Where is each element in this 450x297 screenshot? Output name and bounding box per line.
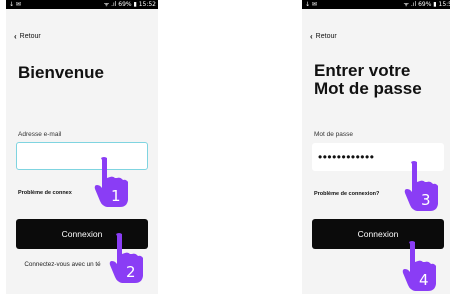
status-indicators: ᯤ .ıl 69% ▮ 15:5 (403, 1, 450, 8)
status-indicators: ᯤ .ıl 69% ▮ 15:52 (103, 1, 156, 8)
email-field-label: Adresse e-mail (18, 131, 62, 138)
pointing-hand-icon: 2 (105, 232, 145, 284)
chevron-left-icon: ‹ (14, 32, 17, 41)
step-number-3: 3 (421, 191, 431, 209)
notification-icons: ↓ ✉ (305, 1, 317, 8)
back-button[interactable]: ‹ Retour (14, 32, 41, 41)
back-button[interactable]: ‹ Retour (310, 32, 337, 41)
step-number-2: 2 (126, 263, 136, 281)
pointing-hand-icon: 1 (90, 156, 130, 208)
pointing-hand-icon: 4 (398, 240, 438, 292)
page-title: Bienvenue (18, 63, 104, 82)
status-bar: ↓ ✉ ᯤ .ıl 69% ▮ 15:52 (6, 0, 158, 9)
pointing-hand-icon: 3 (400, 160, 440, 212)
alternate-login-text: Connectez-vous avec un té (24, 261, 101, 268)
step-number-1: 1 (111, 187, 121, 205)
notification-icons: ↓ ✉ (9, 1, 21, 8)
step-number-4: 4 (419, 271, 429, 289)
chevron-left-icon: ‹ (310, 32, 313, 41)
back-label: Retour (315, 33, 337, 40)
page-title: Entrer votre Mot de passe (314, 61, 422, 98)
password-field-label: Mot de passe (314, 131, 354, 138)
status-bar: ↓ ✉ ᯤ .ıl 69% ▮ 15:5 (302, 0, 450, 9)
back-label: Retour (19, 33, 41, 40)
connection-problem-link[interactable]: Problème de connexion? (314, 191, 379, 197)
connection-problem-link[interactable]: Problème de connex (18, 190, 72, 196)
